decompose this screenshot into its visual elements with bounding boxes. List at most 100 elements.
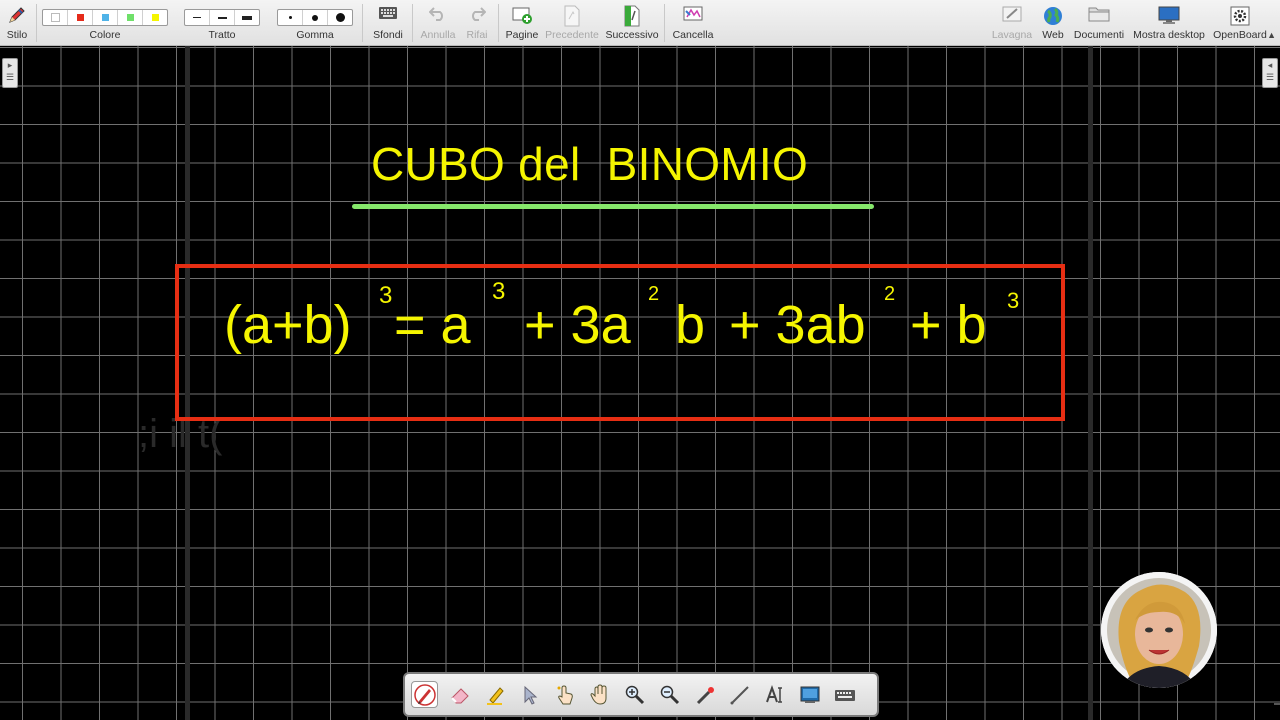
- openboard-label: OpenBoard: [1213, 29, 1267, 41]
- formula-lhs: (a+b): [224, 295, 352, 355]
- formula-lhs-exponent: 3: [379, 282, 393, 309]
- hand-tool-button[interactable]: [586, 681, 613, 708]
- board-title: CUBO del BINOMIO: [371, 138, 809, 190]
- separator: [664, 4, 665, 42]
- stroke-label: Tratto: [208, 29, 236, 41]
- undo-button[interactable]: Annulla: [418, 0, 458, 46]
- color-swatch-blue[interactable]: [93, 10, 118, 25]
- folder-icon: [1088, 5, 1110, 28]
- web-button[interactable]: Web: [1037, 0, 1069, 46]
- openboard-gear-icon: [1229, 5, 1251, 32]
- color-swatch-green[interactable]: [118, 10, 143, 25]
- zoom-in-tool-icon: [625, 685, 644, 704]
- pages-label: Pagine: [505, 29, 539, 41]
- redo-icon: [468, 5, 487, 26]
- clear-page-label: Cancella: [672, 29, 714, 41]
- interact-tool-button[interactable]: [551, 681, 578, 708]
- color-swatch-white[interactable]: [43, 10, 68, 25]
- stylus-label: Stilo: [6, 29, 28, 41]
- capture-tool-button[interactable]: [796, 681, 823, 708]
- selector-tool-button[interactable]: [516, 681, 543, 708]
- color-label: Colore: [89, 29, 121, 41]
- clear-page-icon: [682, 5, 704, 28]
- whiteboard-canvas[interactable]: ▸ ☰ ◂ ☰ ;i il t( CUBO del BINOMIO (a+b) 3 …: [0, 46, 1280, 720]
- next-page-button[interactable]: Successivo: [603, 0, 661, 46]
- separator: [36, 4, 37, 42]
- formula-a-exponent: 3: [492, 278, 506, 305]
- board-label: Lavagna: [991, 29, 1033, 41]
- right-panel-toggle[interactable]: ◂ ☰: [1262, 58, 1278, 88]
- eraser-medium[interactable]: [303, 10, 328, 25]
- undo-label: Annulla: [420, 29, 456, 41]
- webcam-overlay: [1101, 572, 1217, 688]
- laser-pointer-tool-button[interactable]: [691, 681, 718, 708]
- separator: [362, 4, 363, 42]
- virtual-keyboard-icon: [834, 689, 855, 701]
- interact-tool-icon: [557, 684, 573, 704]
- stroke-medium[interactable]: [210, 10, 235, 25]
- globe-icon: [1042, 5, 1064, 32]
- stylus-palette: [403, 672, 879, 717]
- color-swatch-yellow[interactable]: [143, 10, 167, 25]
- formula-equals-a: = a: [394, 295, 471, 355]
- board-icon: [1001, 5, 1023, 28]
- stylus-button[interactable]: Stilo: [2, 0, 32, 46]
- eraser-label: Gomma: [296, 29, 334, 41]
- marker-tool-button[interactable]: [481, 681, 508, 708]
- keyboard-icon: [378, 5, 398, 26]
- marker-tool-icon: [486, 686, 504, 705]
- zoom-out-tool-icon: [660, 685, 679, 704]
- previous-page-button[interactable]: Precedente: [544, 0, 600, 46]
- line-tool-button[interactable]: [726, 681, 753, 708]
- redo-button[interactable]: Rifai: [460, 0, 494, 46]
- color-picker[interactable]: Colore: [42, 0, 168, 46]
- edge-mark: [1274, 703, 1280, 705]
- left-panel-toggle[interactable]: ▸ ☰: [2, 58, 18, 88]
- eraser-tool-icon: [450, 687, 469, 703]
- virtual-keyboard-button[interactable]: [831, 681, 858, 708]
- stroke-options: [184, 9, 260, 26]
- documents-button[interactable]: Documenti: [1071, 0, 1127, 46]
- eraser-tool-button[interactable]: [446, 681, 473, 708]
- hand-tool-icon: [589, 683, 606, 705]
- eraser-small[interactable]: [278, 10, 303, 25]
- text-tool-icon: [765, 684, 782, 703]
- openboard-button[interactable]: OpenBoard: [1210, 0, 1270, 46]
- eraser-options: [277, 9, 353, 26]
- stroke-thick[interactable]: [235, 10, 259, 25]
- formula-term3: + 3ab: [729, 295, 866, 355]
- eraser-large[interactable]: [328, 10, 352, 25]
- stroke-thin[interactable]: [185, 10, 210, 25]
- undo-icon: [428, 5, 447, 26]
- color-swatches: [42, 9, 168, 26]
- show-desktop-button[interactable]: Mostra desktop: [1131, 0, 1207, 46]
- monitor-icon: [1158, 5, 1180, 30]
- collapse-arrow-icon[interactable]: ▲: [1267, 30, 1276, 40]
- next-page-label: Successivo: [605, 29, 659, 41]
- zoom-in-tool-button[interactable]: [621, 681, 648, 708]
- documents-label: Documenti: [1073, 29, 1125, 41]
- stroke-picker[interactable]: Tratto: [184, 0, 260, 46]
- clear-page-button[interactable]: Cancella: [670, 0, 716, 46]
- laser-pointer-tool-icon: [696, 686, 714, 704]
- redo-label: Rifai: [466, 29, 488, 41]
- formula-term2-exponent: 2: [648, 283, 660, 305]
- pages-button[interactable]: Pagine: [503, 0, 541, 46]
- capture-tool-icon: [800, 686, 819, 703]
- backgrounds-label: Sfondi: [373, 29, 403, 41]
- presenter-avatar: [1101, 572, 1217, 688]
- formula-term2: + 3a: [524, 295, 631, 355]
- add-page-icon: [511, 5, 533, 30]
- selector-tool-icon: [524, 685, 537, 705]
- zoom-out-tool-button[interactable]: [656, 681, 683, 708]
- pen-tool-button[interactable]: [411, 681, 438, 708]
- formula-term4-exponent: 3: [1007, 288, 1020, 313]
- board-button[interactable]: Lavagna: [990, 0, 1034, 46]
- grid-divider-right: [1088, 46, 1093, 720]
- text-tool-button[interactable]: [761, 681, 788, 708]
- next-page-icon: [623, 5, 641, 32]
- eraser-picker[interactable]: Gomma: [277, 0, 353, 46]
- backgrounds-button[interactable]: Sfondi: [368, 0, 408, 46]
- color-swatch-red[interactable]: [68, 10, 93, 25]
- web-label: Web: [1042, 29, 1064, 41]
